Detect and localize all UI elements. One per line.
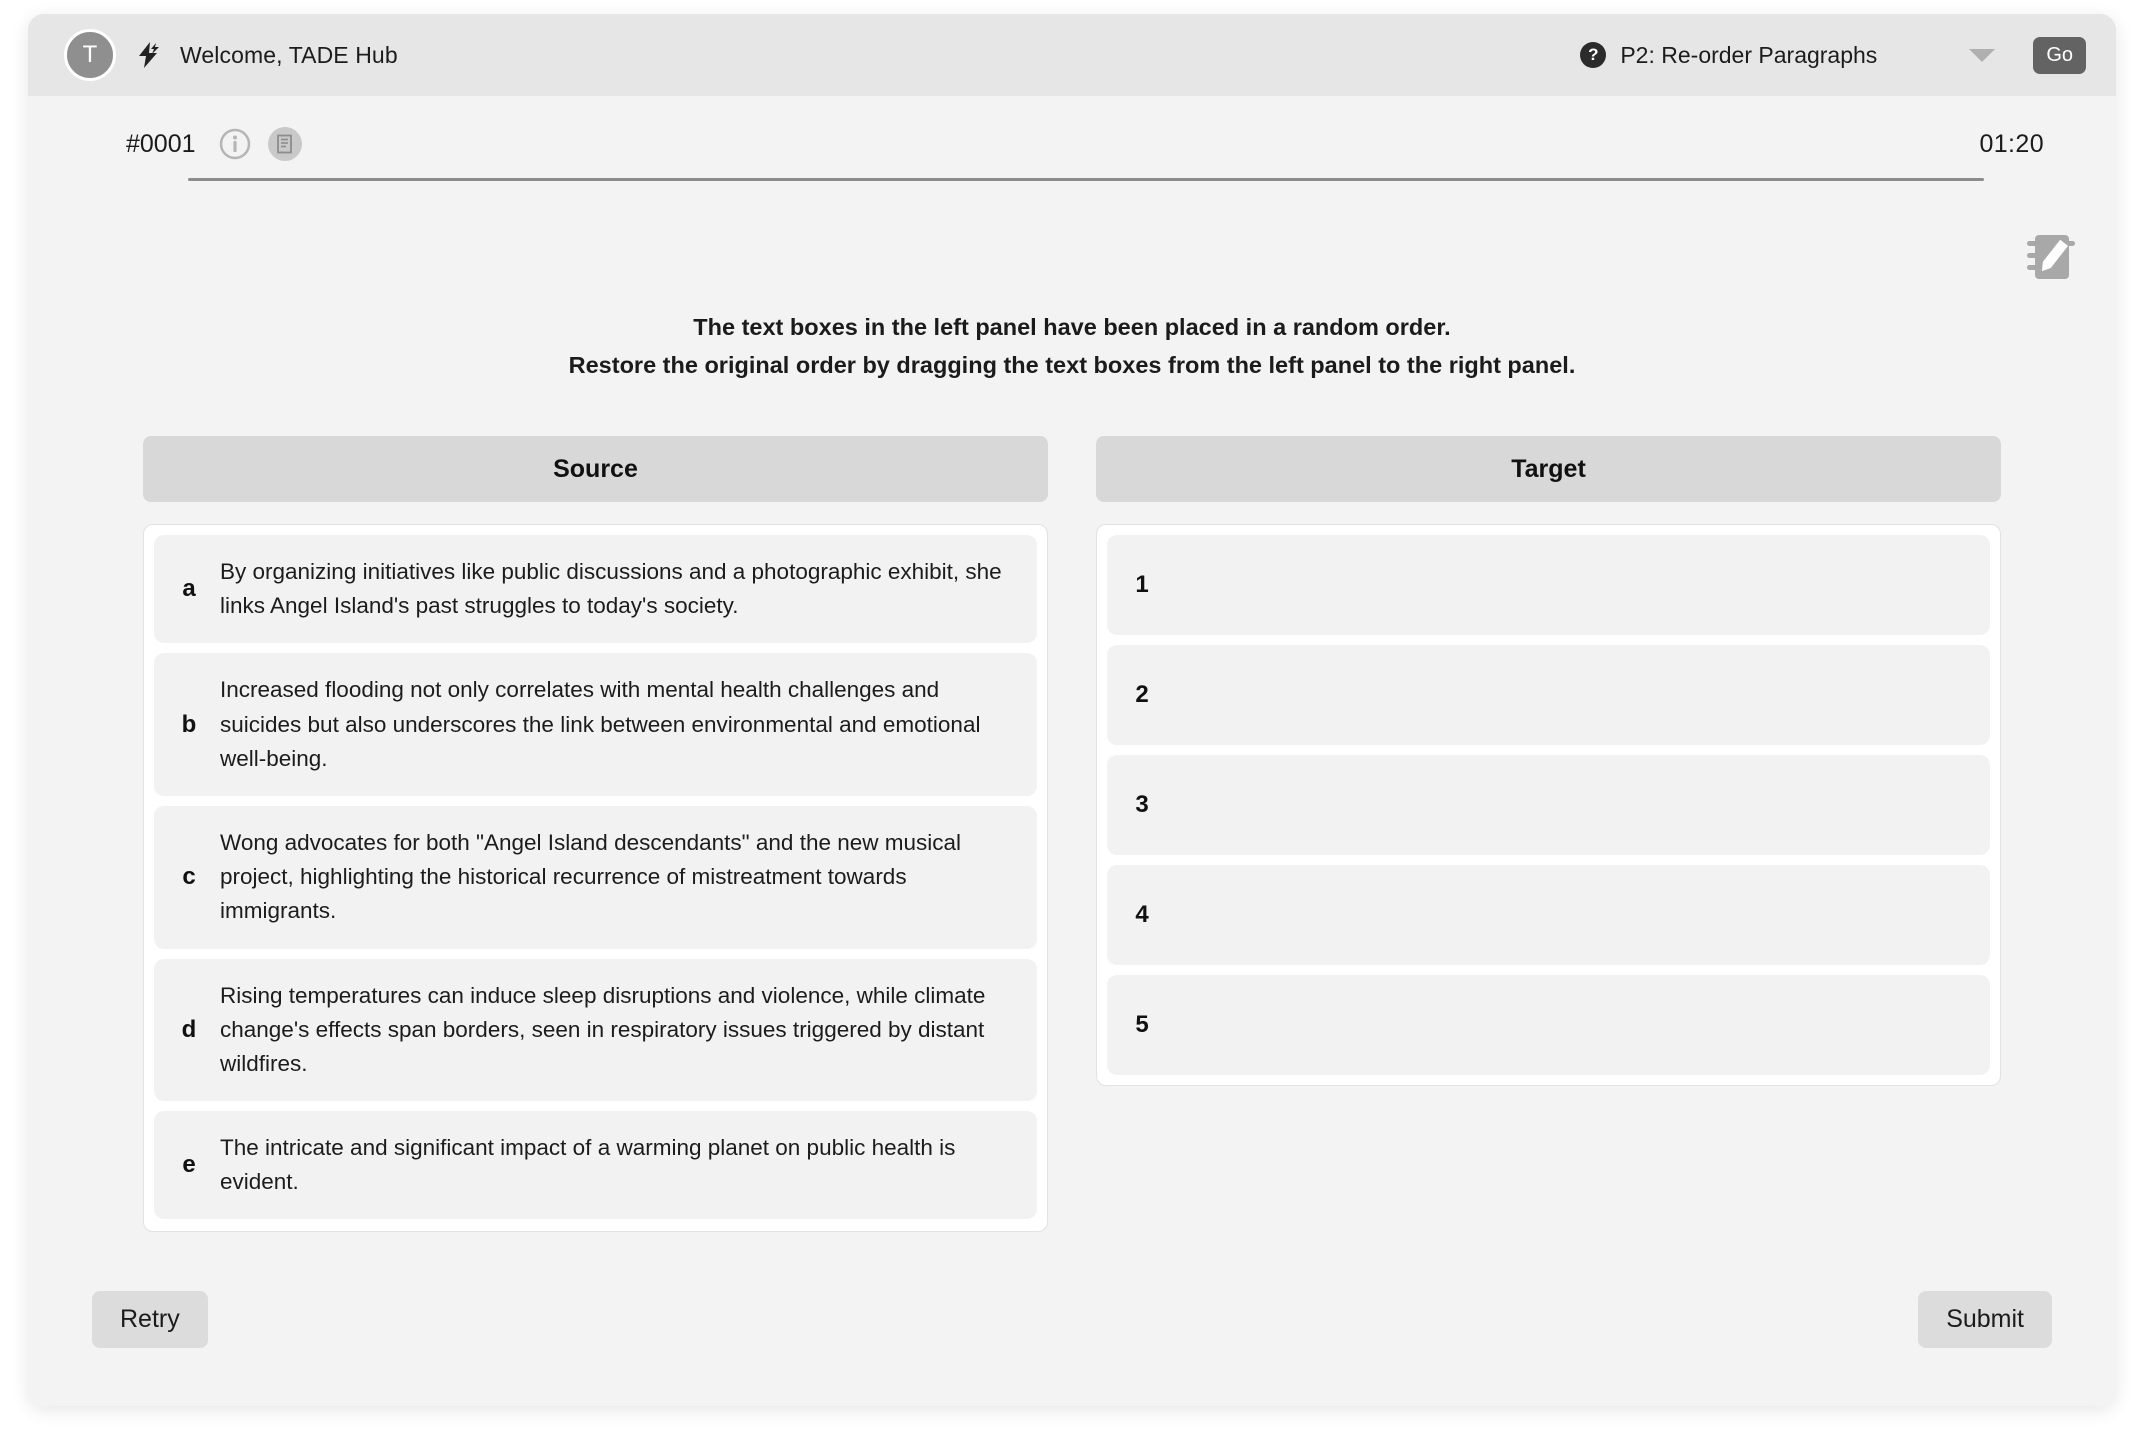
source-item-text: Wong advocates for both "Angel Island de… <box>220 829 962 924</box>
task-selector-label: P2: Re-order Paragraphs <box>1620 41 1878 68</box>
avatar: T <box>64 29 116 81</box>
source-item-letter: a <box>182 575 196 603</box>
target-slot-number: 4 <box>1135 901 1149 928</box>
countdown-timer: 01:20 <box>1979 129 2044 158</box>
source-panel: Source a By organizing initiatives like … <box>143 436 1048 1233</box>
header-divider <box>188 178 1984 181</box>
panels-container: Source a By organizing initiatives like … <box>143 436 2001 1233</box>
instruction-line-2: Restore the original order by dragging t… <box>568 352 1576 379</box>
target-slot[interactable]: 3 <box>1107 755 1990 855</box>
target-slot[interactable]: 4 <box>1107 865 1990 965</box>
header-left-group: T Welcome, TADE Hub <box>64 29 398 81</box>
chevron-down-icon[interactable] <box>1969 48 1996 62</box>
target-panel-title: Target <box>1096 436 2001 502</box>
app-window: T Welcome, TADE Hub ? P2: Re-order Parag… <box>28 14 2116 1406</box>
source-item[interactable]: e The intricate and significant impact o… <box>154 1111 1037 1220</box>
target-slot[interactable]: 1 <box>1107 535 1990 635</box>
source-item-text: Rising temperatures can induce sleep dis… <box>220 982 986 1076</box>
document-transcript-icon[interactable] <box>267 127 302 161</box>
help-icon[interactable]: ? <box>1580 42 1607 68</box>
task-selector[interactable]: ? P2: Re-order Paragraphs <box>1580 42 2033 69</box>
target-slot-number: 5 <box>1135 1011 1149 1038</box>
submit-button[interactable]: Submit <box>1918 1291 2052 1348</box>
instruction-line-1: The text boxes in the left panel have be… <box>693 314 1451 340</box>
header-right-group: ? P2: Re-order Paragraphs Go <box>1580 14 2086 96</box>
item-id: #0001 <box>126 129 196 158</box>
source-item[interactable]: c Wong advocates for both "Angel Island … <box>154 805 1037 949</box>
source-item-text: By organizing initiatives like public di… <box>220 559 1002 619</box>
source-item-letter: c <box>182 863 196 891</box>
source-item-letter: b <box>181 710 197 738</box>
meta-row: #0001 01:20 <box>28 118 2116 170</box>
target-slot-number: 3 <box>1135 791 1149 818</box>
go-button[interactable]: Go <box>2033 36 2086 74</box>
lightning-bolt-icon <box>136 42 160 68</box>
retry-button[interactable]: Retry <box>92 1291 208 1348</box>
source-panel-title: Source <box>143 436 1048 502</box>
target-slot[interactable]: 2 <box>1107 645 1990 745</box>
footer-actions: Retry Submit <box>92 1291 2052 1348</box>
source-item[interactable]: a By organizing initiatives like public … <box>154 535 1037 644</box>
app-body: #0001 01:20 The text boxes in the left p… <box>28 96 2116 1406</box>
target-slot[interactable]: 5 <box>1107 975 1990 1075</box>
target-slot-number: 2 <box>1135 681 1149 708</box>
target-slot-number: 1 <box>1135 571 1149 598</box>
target-panel: Target 1 2 3 4 5 <box>1096 436 2001 1232</box>
source-list: a By organizing initiatives like public … <box>143 524 1048 1233</box>
source-item[interactable]: b Increased flooding not only correlates… <box>154 653 1037 796</box>
source-item-text: Increased flooding not only correlates w… <box>220 677 981 771</box>
instructions: The text boxes in the left panel have be… <box>28 308 2116 384</box>
welcome-text: Welcome, TADE Hub <box>180 41 398 68</box>
target-list: 1 2 3 4 5 <box>1096 524 2001 1086</box>
source-item-text: The intricate and significant impact of … <box>220 1135 956 1195</box>
source-item[interactable]: d Rising temperatures can induce sleep d… <box>154 958 1037 1102</box>
source-item-letter: e <box>182 1151 196 1179</box>
app-header: T Welcome, TADE Hub ? P2: Re-order Parag… <box>28 14 2116 96</box>
notepad-pencil-icon[interactable] <box>2018 228 2084 290</box>
source-item-letter: d <box>181 1015 197 1043</box>
info-circle-icon[interactable] <box>218 127 252 161</box>
